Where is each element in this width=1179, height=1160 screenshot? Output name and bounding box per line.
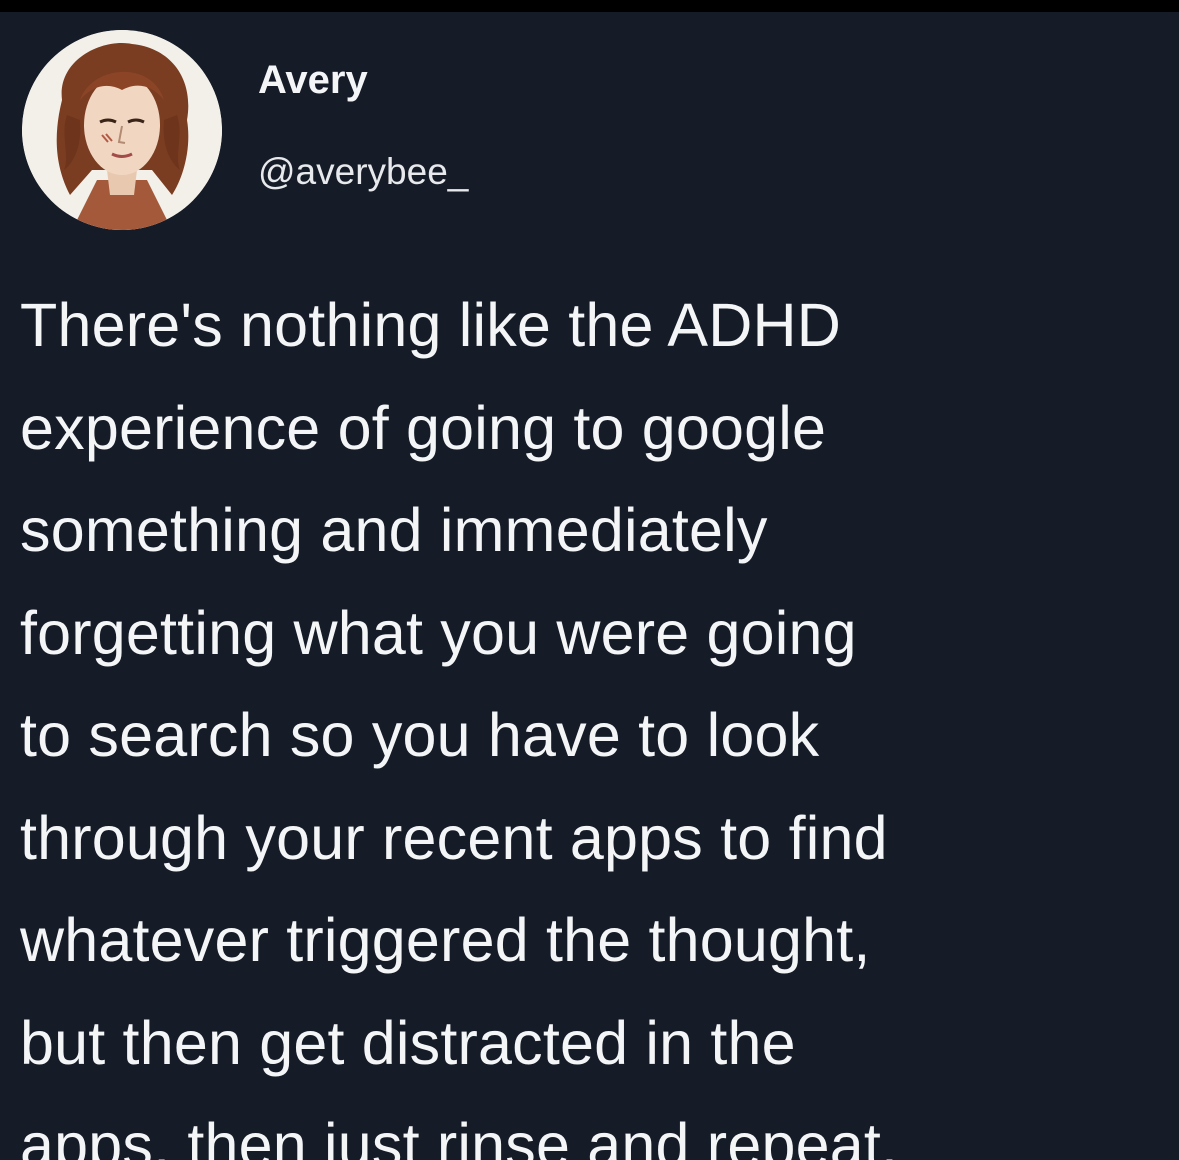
drawn-portrait-avatar-icon — [22, 30, 222, 230]
display-name[interactable]: Avery — [258, 56, 368, 104]
tweet-line: through your recent apps to find — [20, 803, 888, 872]
tweet-line: to search so you have to look — [20, 701, 820, 769]
tweet-body: There's nothing like the ADHD experience… — [20, 274, 1170, 1160]
tweet-line: experience of going to google — [20, 393, 827, 462]
tweet-line: but then get distracted in the — [20, 1008, 796, 1077]
tweet-line: whatever triggered the thought, — [20, 906, 871, 974]
avatar[interactable] — [22, 30, 222, 230]
tweet-line: something and immediately — [20, 496, 768, 564]
user-handle[interactable]: @averybee_ — [258, 150, 468, 194]
tweet-line: There's nothing like the ADHD — [20, 291, 842, 359]
tweet-card: Avery @averybee_ There's nothing like th… — [0, 12, 1179, 1160]
top-edge-bar — [0, 0, 1179, 12]
tweet-line: apps, then just rinse and repeat. — [20, 1111, 899, 1160]
tweet-line: forgetting what you were going — [20, 598, 857, 667]
